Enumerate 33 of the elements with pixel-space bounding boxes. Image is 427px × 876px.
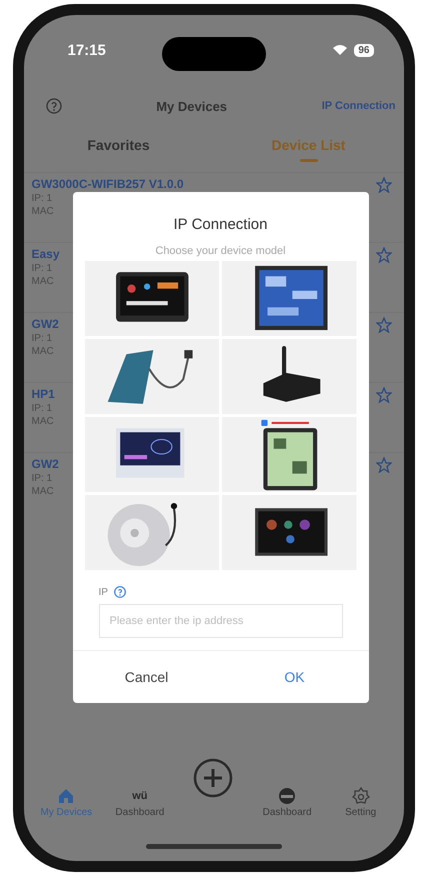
device-name[interactable]: Easy	[32, 247, 60, 261]
device-name[interactable]: GW2	[32, 317, 59, 331]
help-icon[interactable]	[46, 98, 62, 114]
star-icon[interactable]	[376, 247, 392, 263]
nav-tab[interactable]: Setting	[324, 787, 398, 818]
ip-input-field[interactable]: Please enter the ip address	[98, 604, 342, 638]
star-icon[interactable]	[376, 177, 392, 193]
status-time: 17:15	[68, 42, 106, 58]
ip-connection-link[interactable]: IP Connection	[322, 100, 396, 112]
logo-icon: wü	[132, 787, 148, 805]
dialog-title: IP Connection	[172, 216, 268, 233]
ip-label: IP	[98, 586, 108, 598]
tab[interactable]: Device List	[214, 131, 404, 172]
cancel-button[interactable]: Cancel	[72, 651, 220, 703]
help-icon[interactable]	[114, 586, 126, 598]
nav-tab[interactable]: My Devices	[30, 787, 104, 818]
battery-level: 96	[354, 44, 374, 56]
settings-icon	[352, 787, 370, 805]
device-name[interactable]: HP1	[32, 387, 55, 401]
dialog-subtitle: Choose your device model	[154, 245, 287, 257]
page-title: My Devices	[155, 98, 228, 114]
device-name[interactable]: GW3000C-WIFIB257 V1.0.0	[32, 177, 184, 191]
nav-tab[interactable]: wü Dashboard	[103, 787, 177, 818]
home-icon	[57, 787, 76, 805]
nav-tab[interactable]: Dashboard	[250, 787, 324, 818]
device-name[interactable]: GW2	[32, 457, 59, 471]
ball-icon	[278, 787, 296, 805]
wifi-icon	[332, 44, 348, 56]
tab[interactable]: Favorites	[24, 131, 214, 172]
star-icon[interactable]	[376, 457, 392, 473]
star-icon[interactable]	[376, 317, 392, 333]
ok-button[interactable]: OK	[220, 651, 368, 703]
star-icon[interactable]	[376, 387, 392, 403]
